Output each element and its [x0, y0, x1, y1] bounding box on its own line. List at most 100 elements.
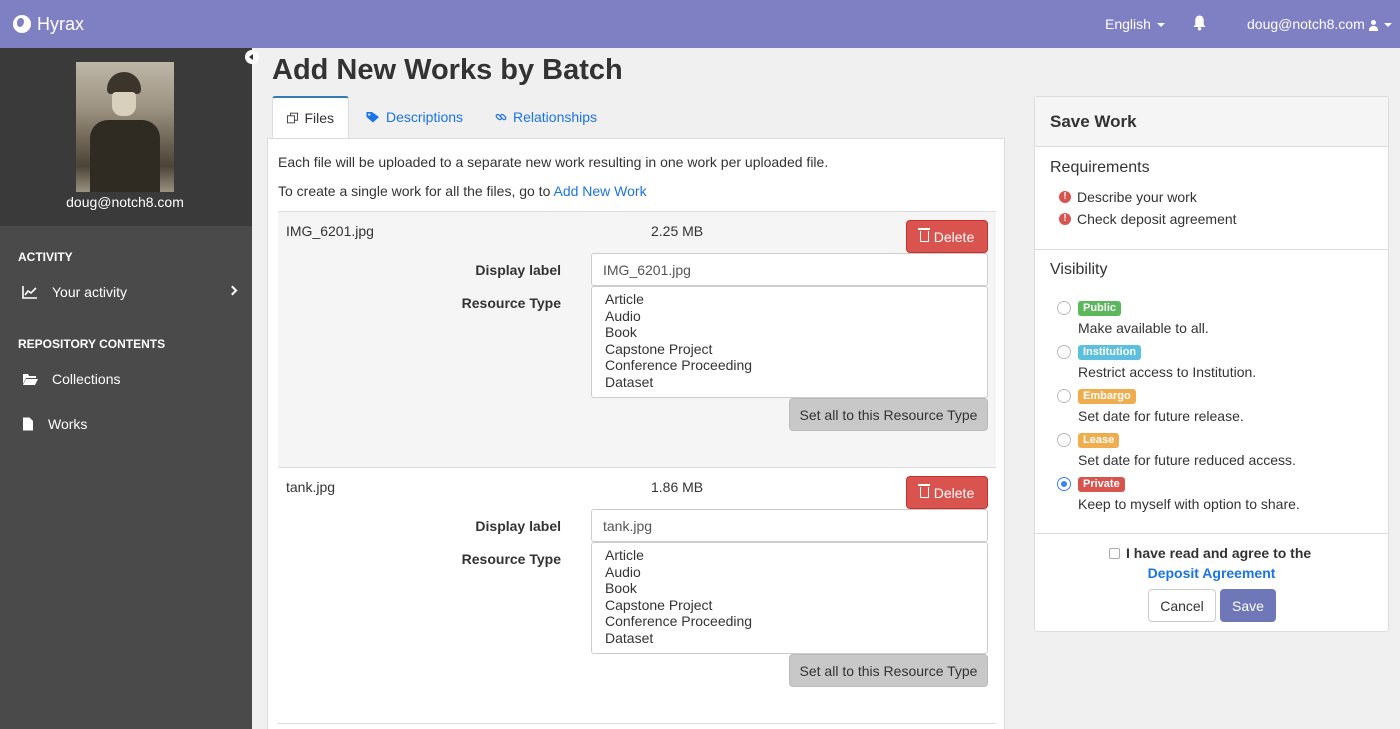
file-name: tank.jpg	[286, 479, 336, 495]
form-tabs: Files Descriptions Relationships	[272, 96, 1005, 138]
caret-down-icon	[1383, 23, 1392, 28]
chevron-right-icon	[227, 285, 238, 296]
resource-type-select[interactable]: Article Audio Book Capstone Project Conf…	[591, 286, 988, 398]
resource-type-option[interactable]: Dataset	[605, 630, 974, 647]
nav-heading-repository: REPOSITORY CONTENTS	[18, 337, 166, 351]
resource-type-option[interactable]: Article	[605, 291, 974, 308]
trash-icon	[917, 484, 930, 498]
tab-files[interactable]: Files	[272, 96, 349, 138]
bell-icon[interactable]	[1193, 15, 1206, 31]
institution-badge: Institution	[1078, 345, 1142, 360]
agreement-checkbox[interactable]	[1109, 547, 1120, 559]
section-divider	[1035, 249, 1388, 250]
requirement-item: ! Describe your work	[1059, 189, 1197, 205]
delete-button[interactable]: Delete	[906, 476, 988, 509]
tag-icon	[366, 112, 379, 123]
trash-icon	[917, 228, 930, 242]
save-work-title: Save Work	[1035, 97, 1388, 147]
sidebar: doug@notch8.com ACTIVITY Your activity R…	[0, 48, 252, 729]
user-menu-dropdown[interactable]: doug@notch8.com	[1247, 16, 1392, 32]
folder-open-icon	[23, 374, 38, 385]
sidebar-item-your-activity[interactable]: Your activity	[0, 277, 252, 307]
language-dropdown[interactable]: English	[1105, 16, 1165, 32]
lease-badge: Lease	[1078, 433, 1120, 448]
avatar	[76, 62, 174, 192]
profile-name: doug@notch8.com	[66, 194, 184, 210]
file-size: 1.86 MB	[651, 479, 704, 495]
visibility-option-private[interactable]: Private Keep to myself with option to sh…	[1054, 477, 1374, 517]
visibility-radio-institution[interactable]	[1057, 345, 1071, 359]
save-button[interactable]: Save	[1220, 589, 1276, 622]
sidebar-item-works[interactable]: Works	[0, 409, 252, 439]
exclamation-circle-icon: !	[1059, 213, 1071, 225]
globe-icon	[13, 15, 31, 33]
visibility-option-embargo[interactable]: Embargo Set date for future release.	[1054, 389, 1374, 429]
resource-type-option[interactable]: Book	[605, 324, 974, 341]
nav-heading-activity: ACTIVITY	[18, 250, 73, 264]
display-label-input[interactable]: tank.jpg	[591, 509, 988, 542]
visibility-radio-embargo[interactable]	[1057, 389, 1071, 403]
file-icon	[23, 417, 33, 431]
tab-descriptions[interactable]: Descriptions	[352, 96, 477, 138]
tab-label: Files	[304, 110, 334, 126]
section-divider	[1035, 533, 1388, 534]
tab-relationships[interactable]: Relationships	[481, 96, 611, 138]
top-navbar: Hyrax English doug@notch8.com	[0, 0, 1400, 48]
public-badge: Public	[1078, 301, 1122, 316]
resource-type-option[interactable]: Conference Proceeding	[605, 613, 974, 630]
files-panel: Each file will be uploaded to a separate…	[267, 138, 1005, 729]
display-label-label: Display label	[475, 262, 561, 278]
display-label-input[interactable]: IMG_6201.jpg	[591, 253, 988, 286]
sidebar-item-collections[interactable]: Collections	[0, 364, 252, 394]
cancel-button[interactable]: Cancel	[1148, 589, 1216, 622]
file-row: tank.jpg 1.86 MB Delete Display label ta…	[278, 467, 996, 723]
requirement-item: ! Check deposit agreement	[1059, 211, 1237, 227]
single-work-hint: To create a single work for all the file…	[278, 183, 647, 199]
sidebar-item-label: Your activity	[52, 284, 127, 300]
set-all-resource-type-button[interactable]: Set all to this Resource Type	[789, 654, 988, 687]
visibility-desc: Set date for future release.	[1078, 408, 1244, 424]
resource-type-select[interactable]: Article Audio Book Capstone Project Conf…	[591, 542, 988, 654]
line-chart-icon	[22, 286, 37, 299]
agreement-text: I have read and agree to the	[1126, 545, 1312, 561]
visibility-radio-public[interactable]	[1057, 301, 1071, 315]
visibility-desc: Keep to myself with option to share.	[1078, 496, 1300, 512]
user-email: doug@notch8.com	[1247, 16, 1365, 32]
file-row: IMG_6201.jpg 2.25 MB Delete Display labe…	[278, 211, 996, 467]
private-badge: Private	[1078, 477, 1125, 492]
add-new-work-link[interactable]: Add New Work	[553, 183, 646, 199]
tab-label: Relationships	[513, 109, 598, 125]
batch-intro-text: Each file will be uploaded to a separate…	[278, 154, 829, 170]
resource-type-option[interactable]: Capstone Project	[605, 341, 974, 358]
resource-type-option[interactable]: Audio	[605, 308, 974, 325]
display-label-label: Display label	[475, 518, 561, 534]
visibility-radio-lease[interactable]	[1057, 433, 1071, 447]
sidebar-item-label: Works	[48, 416, 88, 432]
link-icon	[495, 113, 507, 121]
visibility-title: Visibility	[1050, 261, 1108, 278]
file-row-divider	[278, 723, 996, 724]
visibility-desc: Set date for future reduced access.	[1078, 452, 1296, 468]
save-work-panel: Save Work Requirements ! Describe your w…	[1034, 96, 1389, 632]
brand-name: Hyrax	[37, 13, 85, 34]
delete-button[interactable]: Delete	[906, 220, 988, 253]
resource-type-label: Resource Type	[461, 295, 561, 311]
set-all-resource-type-button[interactable]: Set all to this Resource Type	[789, 398, 988, 431]
visibility-option-institution[interactable]: Institution Restrict access to Instituti…	[1054, 345, 1374, 385]
resource-type-option[interactable]: Capstone Project	[605, 597, 974, 614]
deposit-agreement-link[interactable]: Deposit Agreement	[1035, 565, 1388, 581]
visibility-desc: Restrict access to Institution.	[1078, 364, 1257, 380]
visibility-radio-private[interactable]	[1057, 477, 1071, 491]
resource-type-option[interactable]: Dataset	[605, 374, 974, 391]
visibility-option-lease[interactable]: Lease Set date for future reduced access…	[1054, 433, 1374, 473]
sidebar-collapse-button[interactable]	[245, 50, 259, 64]
resource-type-option[interactable]: Conference Proceeding	[605, 357, 974, 374]
visibility-option-public[interactable]: Public Make available to all.	[1054, 301, 1374, 341]
sidebar-profile: doug@notch8.com	[0, 48, 252, 226]
resource-type-option[interactable]: Book	[605, 580, 974, 597]
brand-link[interactable]: Hyrax	[13, 14, 84, 35]
resource-type-option[interactable]: Audio	[605, 564, 974, 581]
file-name: IMG_6201.jpg	[286, 223, 374, 239]
resource-type-option[interactable]: Article	[605, 547, 974, 564]
language-label: English	[1105, 16, 1151, 32]
